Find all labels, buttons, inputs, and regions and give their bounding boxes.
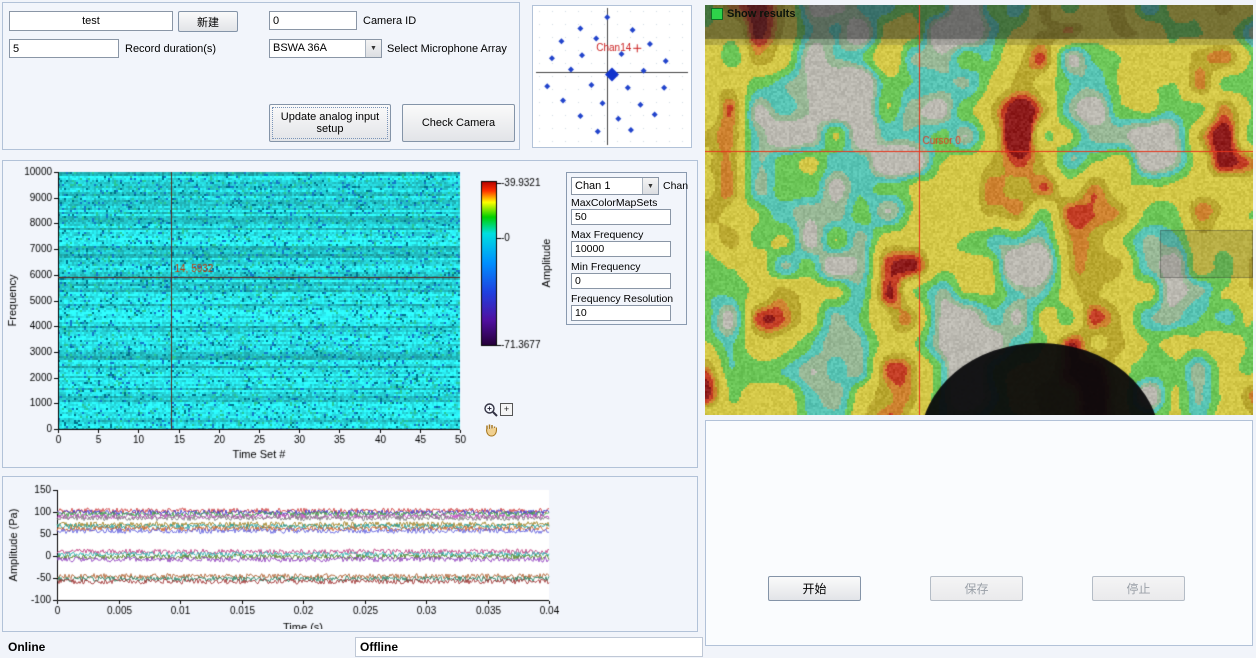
graph-tool-palette: + [483, 402, 513, 440]
online-status-label: Online [8, 640, 45, 654]
result-panel: 开始 保存 停止 [705, 420, 1253, 646]
offline-status-field: Offline [355, 637, 703, 657]
max-frequency-label: Max Frequency [571, 229, 643, 241]
max-colormap-label: MaxColorMapSets [571, 197, 657, 209]
max-colormap-input[interactable] [571, 209, 671, 225]
min-frequency-input[interactable] [571, 273, 671, 289]
channel-select-label: Chan [663, 180, 688, 192]
start-button[interactable]: 开始 [768, 576, 861, 601]
min-frequency-label: Min Frequency [571, 261, 640, 273]
check-camera-button[interactable]: Check Camera [402, 104, 515, 142]
camera-beamforming-view[interactable] [705, 5, 1253, 415]
record-duration-label: Record duration(s) [125, 43, 216, 55]
frequency-resolution-label: Frequency Resolution [571, 293, 673, 305]
microphone-array-value: BSWA 36A [273, 42, 365, 54]
test-name-input[interactable] [9, 11, 173, 31]
waveform-plot [3, 477, 695, 629]
mic-array-plot [533, 6, 691, 147]
channel-select-value: Chan 1 [575, 180, 642, 192]
show-results-label: Show results [727, 8, 795, 20]
camera-id-input[interactable] [269, 11, 357, 30]
microphone-array-label: Select Microphone Array [387, 43, 507, 55]
stop-button[interactable]: 停止 [1092, 576, 1185, 601]
camera-id-label: Camera ID [363, 15, 416, 27]
pan-hand-icon[interactable] [484, 422, 499, 437]
acquisition-settings-panel: 新建 Record duration(s) Camera ID BSWA 36A… [2, 2, 520, 150]
chevron-down-icon[interactable]: ▼ [365, 40, 381, 57]
spectrogram-plot[interactable] [3, 161, 563, 465]
save-button[interactable]: 保存 [930, 576, 1023, 601]
spectrogram-settings-box: Chan 1 ▼ Chan MaxColorMapSets Max Freque… [566, 172, 687, 325]
acoustic-camera-app: 新建 Record duration(s) Camera ID BSWA 36A… [0, 0, 1256, 658]
crosshair-tool-icon[interactable]: + [500, 403, 513, 416]
update-analog-input-button[interactable]: Update analog input setup [269, 104, 391, 142]
max-frequency-input[interactable] [571, 241, 671, 257]
frequency-resolution-input[interactable] [571, 305, 671, 321]
record-duration-input[interactable] [9, 39, 119, 58]
show-results-checkbox[interactable]: Show results [711, 8, 795, 20]
zoom-icon[interactable] [483, 402, 499, 418]
microphone-array-select[interactable]: BSWA 36A ▼ [269, 39, 382, 58]
channel-select[interactable]: Chan 1 ▼ [571, 177, 659, 195]
chevron-down-icon[interactable]: ▼ [642, 178, 658, 194]
new-button[interactable]: 新建 [178, 11, 238, 32]
checkbox-checked-icon[interactable] [711, 8, 723, 20]
